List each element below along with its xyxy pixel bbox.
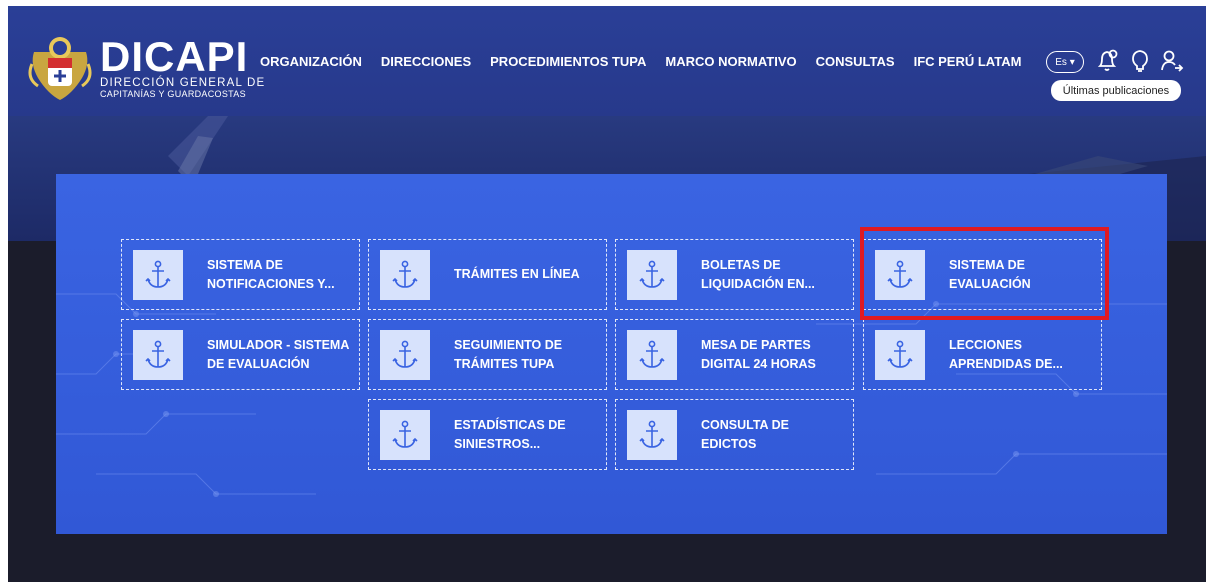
highlight-box: [860, 227, 1109, 320]
anchor-icon: [875, 329, 925, 380]
card-sistema-notificaciones[interactable]: SISTEMA DE NOTIFICACIONES Y...: [121, 239, 360, 310]
anchor-icon: [380, 329, 430, 380]
card-label-line1: SISTEMA DE: [207, 257, 283, 272]
card-label-line1: TRÁMITES EN LÍNEA: [454, 267, 580, 281]
nav-marco-normativo[interactable]: MARCO NORMATIVO: [665, 54, 796, 69]
coat-of-arms-icon: [28, 34, 92, 104]
nav-direcciones[interactable]: DIRECCIONES: [381, 54, 471, 69]
language-selector[interactable]: Es ▾: [1046, 51, 1084, 73]
brand-title: DICAPI: [100, 33, 249, 80]
site-header: DICAPI DIRECCIÓN GENERAL DE CAPITANÍAS Y…: [8, 6, 1206, 116]
card-label-line1: BOLETAS DE: [701, 257, 781, 272]
nav-ifc-peru-latam[interactable]: IFC PERÚ LATAM: [914, 54, 1022, 69]
card-estadisticas-siniestros[interactable]: ESTADÍSTICAS DE SINIESTROS...: [368, 399, 607, 470]
card-label-line2: DIGITAL 24 HORAS: [701, 356, 816, 371]
anchor-icon: [380, 249, 430, 300]
page-frame: DICAPI DIRECCIÓN GENERAL DE CAPITANÍAS Y…: [8, 6, 1206, 582]
card-label-line2: EDICTOS: [701, 436, 757, 451]
card-label-line2: TRÁMITES TUPA: [454, 356, 555, 371]
nav-organizacion[interactable]: ORGANIZACIÓN: [260, 54, 362, 69]
anchor-icon: [133, 329, 183, 380]
card-mesa-de-partes[interactable]: MESA DE PARTES DIGITAL 24 HORAS: [615, 319, 854, 390]
card-label-line2: DE EVALUACIÓN: [207, 356, 310, 371]
card-label-line1: MESA DE PARTES: [701, 337, 811, 352]
card-simulador-evaluacion[interactable]: SIMULADOR - SISTEMA DE EVALUACIÓN: [121, 319, 360, 390]
card-boletas-liquidacion[interactable]: BOLETAS DE LIQUIDACIÓN EN...: [615, 239, 854, 310]
card-seguimiento-tramites[interactable]: SEGUIMIENTO DE TRÁMITES TUPA: [368, 319, 607, 390]
brand-subtitle-2: CAPITANÍAS Y GUARDACOSTAS: [100, 89, 246, 99]
nav-procedimientos-tupa[interactable]: PROCEDIMIENTOS TUPA: [490, 54, 646, 69]
anchor-icon: [627, 329, 677, 380]
card-label-line2: APRENDIDAS DE...: [949, 356, 1063, 371]
card-label-line2: NOTIFICACIONES Y...: [207, 276, 335, 291]
anchor-icon: [380, 409, 430, 460]
anchor-icon: [627, 249, 677, 300]
card-label-line1: ESTADÍSTICAS DE: [454, 417, 566, 432]
card-label-line1: CONSULTA DE: [701, 417, 789, 432]
card-label-line2: LIQUIDACIÓN EN...: [701, 276, 815, 291]
card-label-line1: SEGUIMIENTO DE: [454, 337, 563, 352]
card-label-line1: SIMULADOR - SISTEMA: [207, 337, 350, 352]
main-nav: ORGANIZACIÓN DIRECCIONES PROCEDIMIENTOS …: [260, 54, 1040, 69]
anchor-icon: [133, 249, 183, 300]
lightbulb-icon[interactable]: [1128, 48, 1152, 74]
site-logo[interactable]: DICAPI DIRECCIÓN GENERAL DE CAPITANÍAS Y…: [28, 34, 265, 104]
card-lecciones-aprendidas[interactable]: LECCIONES APRENDIDAS DE...: [863, 319, 1102, 390]
user-login-icon[interactable]: [1160, 48, 1184, 74]
card-label-line2: SINIESTROS...: [454, 436, 541, 451]
brand-subtitle: DIRECCIÓN GENERAL DE: [100, 77, 266, 89]
nav-consultas[interactable]: CONSULTAS: [816, 54, 895, 69]
card-tramites-en-linea[interactable]: TRÁMITES EN LÍNEA: [368, 239, 607, 310]
anchor-icon: [627, 409, 677, 460]
card-consulta-edictos[interactable]: CONSULTA DE EDICTOS: [615, 399, 854, 470]
tooltip-latest-publications: Últimas publicaciones: [1051, 80, 1181, 101]
card-label-line1: LECCIONES: [949, 337, 1022, 352]
bell-icon[interactable]: [1096, 48, 1120, 74]
